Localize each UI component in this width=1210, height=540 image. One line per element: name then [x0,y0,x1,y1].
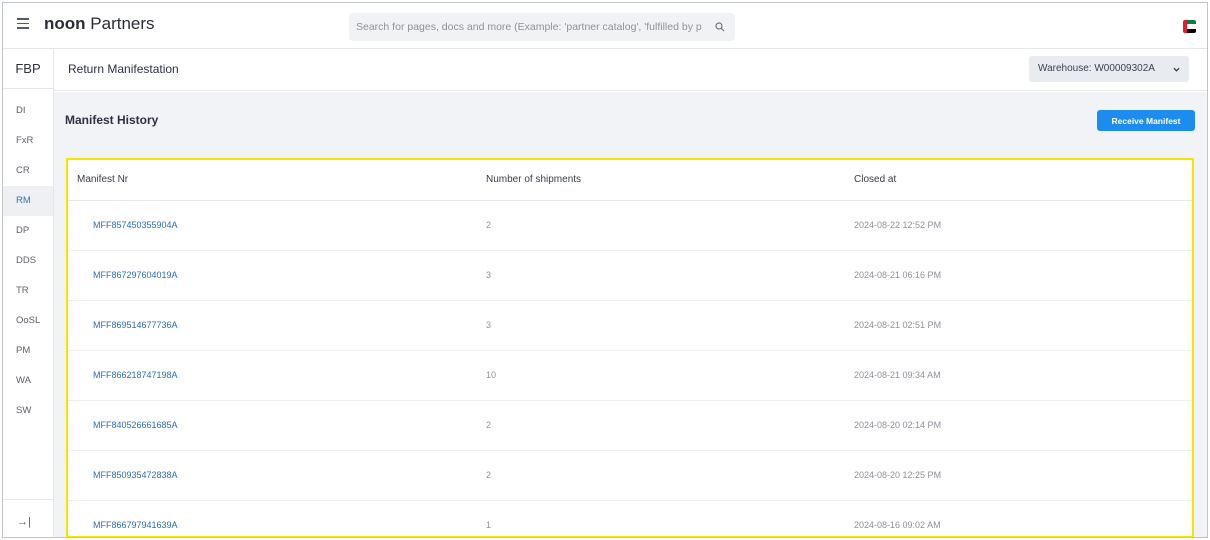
closed-at-timestamp: 2024-08-16 09:02 AM [845,500,1192,536]
shipment-count: 3 [477,300,845,351]
sidebar-item-sw[interactable]: SW [3,396,53,426]
search-icon[interactable] [715,22,725,32]
manifest-number-link[interactable]: MFF869514677736A [68,300,477,351]
shipment-count: 2 [477,400,845,451]
table-row[interactable]: MFF850935472838A 2 2024-08-20 12:25 PM [68,450,1192,501]
manifest-table-container: Manifest Nr Number of shipments Closed a… [66,158,1194,537]
receive-manifest-button[interactable]: Receive Manifest [1097,110,1195,131]
search-input[interactable] [349,13,705,41]
manifest-number-link[interactable]: MFF840526661685A [68,400,477,451]
table-row[interactable]: MFF867297604019A 3 2024-08-21 06:16 PM [68,250,1192,301]
closed-at-timestamp: 2024-08-20 02:14 PM [845,400,1192,451]
manifest-table: Manifest Nr Number of shipments Closed a… [68,160,1192,536]
app-window: noon Partners FBP DIFxRCRRMDPDDSTROoSLPM… [2,2,1208,538]
manifest-number-link[interactable]: MFF866218747198A [68,350,477,401]
page-title: Return Manifestation [68,62,179,76]
top-bar: noon Partners [3,3,1207,49]
sidebar-item-pm[interactable]: PM [3,336,53,366]
column-header-number-of-shipments: Number of shipments [477,160,845,201]
table-row[interactable]: MFF866218747198A 10 2024-08-21 09:34 AM [68,350,1192,401]
sidebar-item-tr[interactable]: TR [3,276,53,306]
main-content: Manifest History Receive Manifest Manife… [54,92,1207,537]
menu-icon[interactable] [17,18,29,30]
manifest-number-link[interactable]: MFF866797941639A [68,500,477,536]
sidebar-item-fxr[interactable]: FxR [3,126,53,156]
search-box[interactable] [349,13,735,41]
sidebar-item-di[interactable]: DI [3,96,53,126]
brand-name-bold: noon [44,14,86,33]
sidebar-title: FBP [3,49,53,89]
collapse-sidebar-icon[interactable]: →| [17,516,31,528]
sidebar-footer: →| [3,499,53,537]
table-row[interactable]: MFF866797941639A 1 2024-08-16 09:02 AM [68,500,1192,536]
closed-at-timestamp: 2024-08-21 06:16 PM [845,250,1192,301]
chevron-down-icon [1173,67,1180,72]
brand-logo[interactable]: noon Partners [44,14,155,34]
shipment-count: 2 [477,200,845,251]
closed-at-timestamp: 2024-08-22 12:52 PM [845,200,1192,251]
sidebar-item-oosl[interactable]: OoSL [3,306,53,336]
warehouse-select[interactable]: Warehouse: W00009302A [1029,56,1189,82]
closed-at-timestamp: 2024-08-21 02:51 PM [845,300,1192,351]
page-header: Return Manifestation Warehouse: W0000930… [54,49,1207,91]
sidebar: FBP DI FxR CR RM DP DDS TR OoSL PM WA SW →| [3,49,54,537]
brand-name-rest: Partners [85,14,155,33]
table-row[interactable]: MFF857450355904A 2 2024-08-22 12:52 PM [68,200,1192,251]
sidebar-item-cr[interactable]: CR [3,156,53,186]
uae-flag-icon[interactable] [1183,20,1196,33]
manifest-number-link[interactable]: MFF850935472838A [68,450,477,501]
closed-at-timestamp: 2024-08-20 12:25 PM [845,450,1192,501]
column-header-closed-at: Closed at [845,160,1192,201]
column-header-manifest-nr: Manifest Nr [68,160,477,201]
sidebar-item-dds[interactable]: DDS [3,246,53,276]
table-row[interactable]: MFF869514677736A 3 2024-08-21 02:51 PM [68,300,1192,351]
table-header-row: Manifest Nr Number of shipments Closed a… [68,160,1192,201]
shipment-count: 10 [477,350,845,401]
sidebar-item-rm[interactable]: RM [3,186,53,216]
shipment-count: 3 [477,250,845,301]
manifest-number-link[interactable]: MFF857450355904A [68,200,477,251]
section-title: Manifest History [65,113,159,127]
closed-at-timestamp: 2024-08-21 09:34 AM [845,350,1192,401]
shipment-count: 2 [477,450,845,501]
manifest-number-link[interactable]: MFF867297604019A [68,250,477,301]
sidebar-item-dp[interactable]: DP [3,216,53,246]
shipment-count: 1 [477,500,845,536]
warehouse-label: Warehouse: W00009302A [1038,63,1155,74]
table-row[interactable]: MFF840526661685A 2 2024-08-20 02:14 PM [68,400,1192,451]
sidebar-item-wa[interactable]: WA [3,366,53,396]
